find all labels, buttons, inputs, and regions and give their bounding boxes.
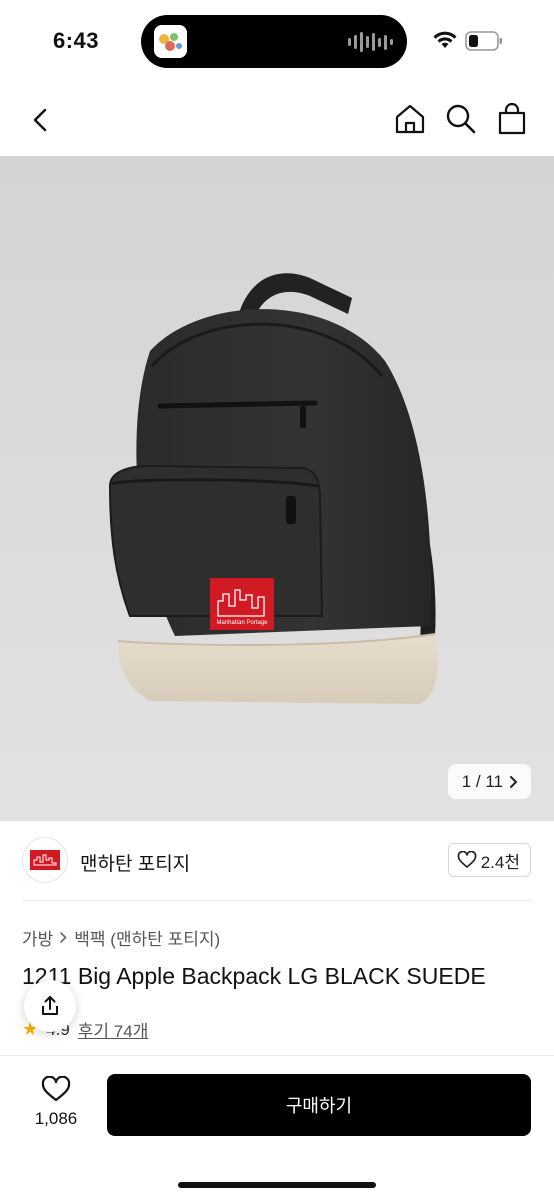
- chevron-right-icon: [60, 932, 67, 943]
- brand-like-count: 2.4천: [480, 852, 520, 872]
- breadcrumb-category[interactable]: 가방: [22, 925, 53, 950]
- status-bar: 6:43: [0, 0, 554, 82]
- breadcrumb-subcategory[interactable]: 백팩 (맨하탄 포티지): [74, 925, 220, 950]
- backpack-photo: Manhattan Portage: [108, 273, 438, 704]
- breadcrumb: 가방 백팩 (맨하탄 포티지): [22, 925, 220, 950]
- brand-name[interactable]: 맨하탄 포티지: [80, 849, 190, 876]
- status-time: 6:43: [53, 28, 100, 53]
- product-image-carousel[interactable]: Manhattan Portage 1 / 11: [0, 156, 554, 821]
- divider: [22, 900, 532, 901]
- heart-icon: [457, 851, 477, 868]
- brand-patch-icon: [30, 850, 60, 870]
- image-counter[interactable]: 1 / 11: [447, 764, 531, 799]
- share-button[interactable]: [24, 980, 76, 1032]
- bottom-action-bar: 1,086 구매하기: [0, 1055, 554, 1200]
- brand-row[interactable]: 맨하탄 포티지 2.4천: [0, 821, 554, 901]
- home-icon[interactable]: [392, 101, 428, 137]
- buy-button[interactable]: 구매하기: [107, 1074, 531, 1136]
- wifi-icon: [433, 31, 457, 48]
- audio-wave-icon: [348, 31, 393, 53]
- wishlist-button[interactable]: 1,086: [30, 1076, 82, 1146]
- search-icon[interactable]: [443, 101, 479, 137]
- share-icon: [42, 996, 58, 1015]
- shopping-bag-icon[interactable]: [494, 101, 530, 137]
- home-indicator[interactable]: [178, 1182, 376, 1188]
- patch-logo-text: Manhattan Portage: [216, 620, 268, 626]
- chevron-right-icon: [510, 775, 518, 788]
- back-arrow-icon[interactable]: [24, 102, 58, 138]
- nav-bar: [0, 82, 554, 156]
- now-playing-app-icon: [154, 25, 187, 58]
- wishlist-count: 1,086: [34, 1109, 78, 1128]
- brand-logo[interactable]: [22, 837, 68, 883]
- reviews-link[interactable]: 후기 74개: [78, 1017, 149, 1042]
- battery-icon: [465, 31, 502, 51]
- image-counter-text: 1 / 11: [461, 771, 503, 791]
- heart-icon: [41, 1076, 71, 1102]
- product-title: 1211 Big Apple Backpack LG BLACK SUEDE: [22, 963, 486, 989]
- dynamic-island: [141, 15, 407, 68]
- brand-like-button[interactable]: 2.4천: [447, 843, 531, 877]
